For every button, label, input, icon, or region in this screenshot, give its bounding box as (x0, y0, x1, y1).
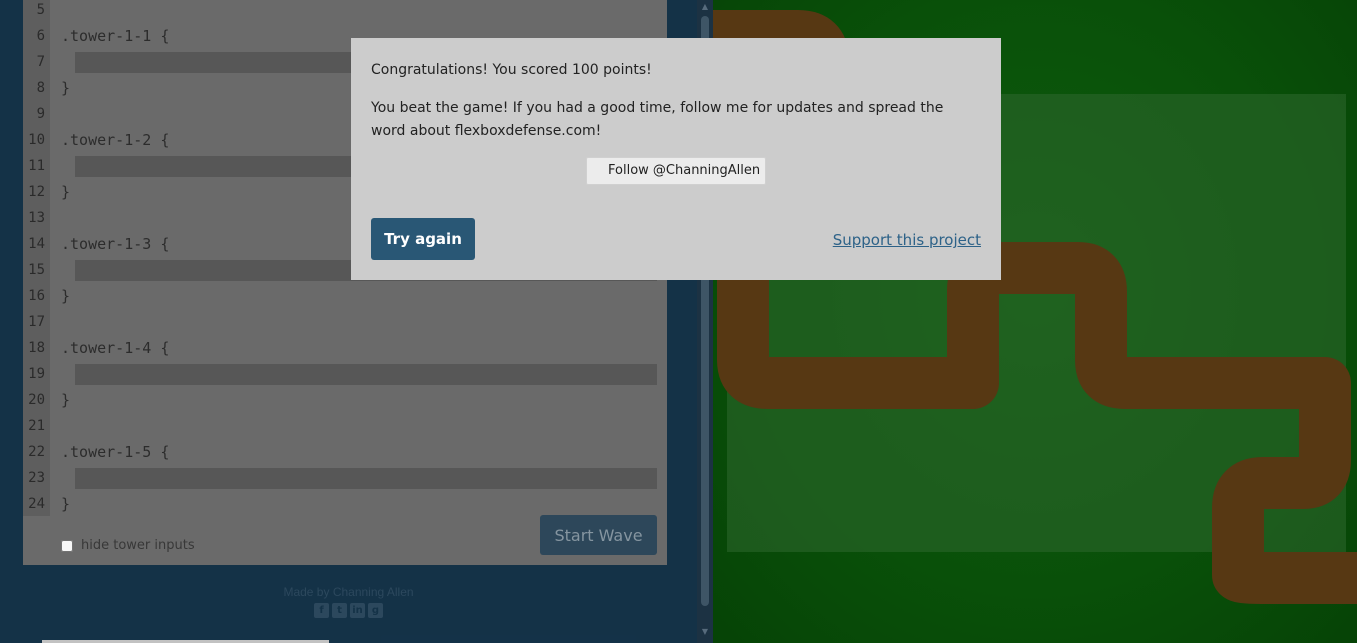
try-again-button[interactable]: Try again (371, 218, 475, 260)
game-over-modal: Congratulations! You scored 100 points! … (351, 38, 1001, 280)
support-project-link[interactable]: Support this project (833, 231, 981, 249)
score-message: Congratulations! You scored 100 points! (371, 62, 652, 78)
win-message: You beat the game! If you had a good tim… (371, 100, 944, 139)
follow-button[interactable]: Follow @ChanningAllen (586, 157, 766, 185)
